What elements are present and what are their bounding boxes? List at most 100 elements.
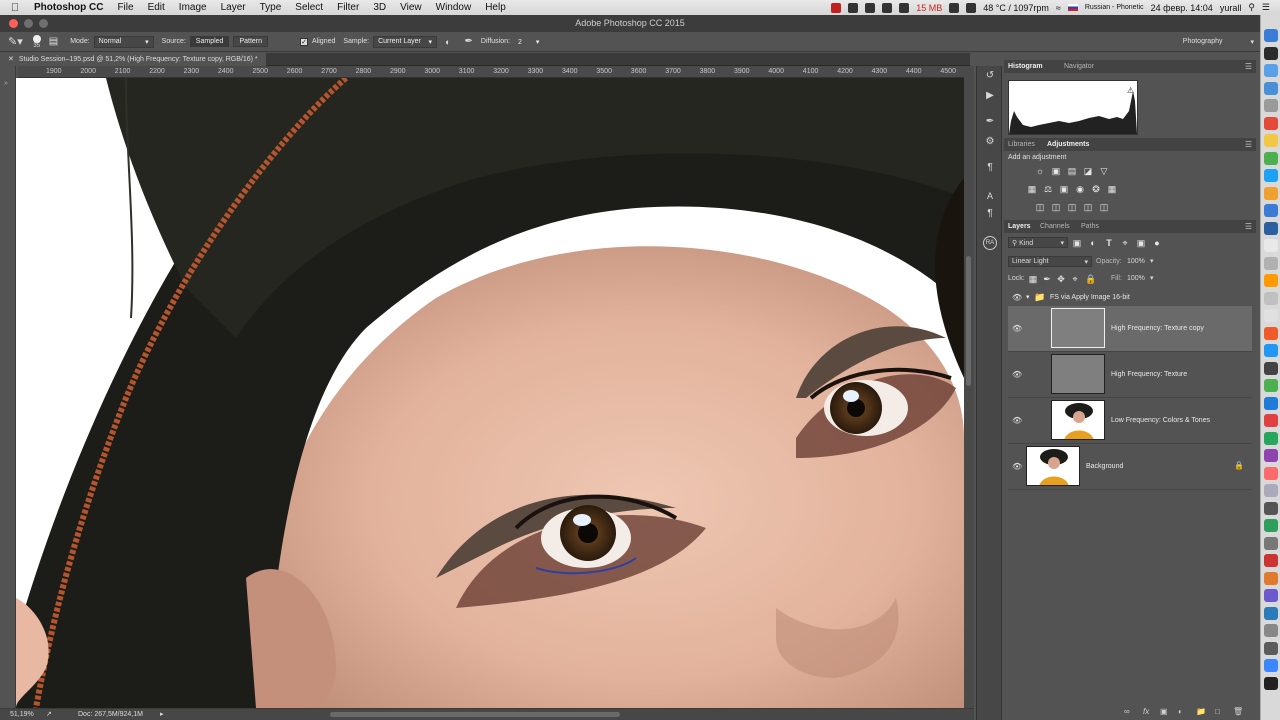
- horizontal-scroll-thumb[interactable]: [330, 712, 620, 717]
- curves-icon[interactable]: ▤: [1067, 166, 1077, 176]
- dock-app-icon[interactable]: [1264, 519, 1278, 532]
- dock-app-icon[interactable]: [1264, 239, 1278, 252]
- dock-app-icon[interactable]: [1264, 676, 1278, 690]
- layer-group-row[interactable]: 👁 ▾ 📁 FS via Apply Image 16-bit: [1008, 290, 1252, 306]
- dock-app-icon[interactable]: [1264, 606, 1278, 620]
- tab-channels[interactable]: Channels: [1040, 223, 1070, 230]
- source-pattern-button[interactable]: Pattern: [233, 36, 269, 47]
- dock-app-icon[interactable]: [1264, 81, 1278, 95]
- lock-image-icon[interactable]: ✒: [1042, 274, 1052, 284]
- dock-app-icon[interactable]: [1264, 589, 1278, 602]
- tab-paths[interactable]: Paths: [1081, 223, 1099, 230]
- tab-layers[interactable]: Layers: [1008, 223, 1031, 230]
- blend-mode-dropdown[interactable]: Linear Light ▾: [1008, 256, 1092, 267]
- close-document-icon[interactable]: ✕: [8, 56, 14, 63]
- apple-menu-icon[interactable]: : [0, 2, 30, 14]
- dock-app-icon[interactable]: [1264, 536, 1278, 550]
- actions-panel-icon[interactable]: ▶: [984, 90, 996, 102]
- visibility-eye-icon[interactable]: 👁: [1012, 416, 1022, 426]
- workspace-switcher[interactable]: Photography ▾: [1183, 38, 1254, 46]
- gradient-map-icon[interactable]: ◫: [1083, 202, 1093, 212]
- dock-app-icon[interactable]: [1264, 326, 1278, 340]
- menu-window[interactable]: Window: [429, 2, 479, 13]
- status-icon[interactable]: [899, 2, 910, 13]
- status-icon[interactable]: [882, 2, 893, 13]
- pressure-size-icon[interactable]: ✒: [465, 36, 473, 47]
- menu-select[interactable]: Select: [288, 2, 330, 13]
- channel-mixer-icon[interactable]: ❂: [1091, 184, 1101, 194]
- dock-app-icon[interactable]: [1264, 99, 1278, 112]
- selective-color-icon[interactable]: ◫: [1099, 202, 1109, 212]
- sample-dropdown[interactable]: Current Layer ▾: [373, 35, 438, 48]
- levels-icon[interactable]: ▣: [1051, 166, 1061, 176]
- layer-row[interactable]: 👁 High Frequency: Texture: [1008, 352, 1252, 398]
- mode-dropdown[interactable]: Normal ▾: [93, 35, 154, 48]
- search-icon[interactable]: ⚲: [1248, 2, 1255, 13]
- diffusion-dropdown[interactable]: 2 ▾: [514, 37, 543, 47]
- status-icon[interactable]: [966, 2, 977, 13]
- group-disclosure-icon[interactable]: ▾: [1026, 293, 1030, 301]
- dock-app-icon[interactable]: [1264, 659, 1278, 672]
- dock-app-icon[interactable]: [1264, 361, 1278, 375]
- dock-app-icon[interactable]: [1264, 641, 1278, 655]
- layer-filter-kind[interactable]: ⚲ Kind ▾: [1008, 237, 1068, 248]
- dock-app-icon[interactable]: [1264, 256, 1278, 270]
- menu-layer[interactable]: Layer: [214, 2, 253, 13]
- brush-panel-icon[interactable]: ✒: [984, 116, 996, 128]
- dock-app-icon[interactable]: [1264, 221, 1278, 235]
- dock-app-icon[interactable]: [1264, 116, 1278, 130]
- layer-row[interactable]: 👁 Background 🔒: [1008, 444, 1252, 490]
- add-layer-style-icon[interactable]: fx: [1143, 707, 1149, 716]
- color-balance-icon[interactable]: ⚖: [1043, 184, 1053, 194]
- dock-app-icon[interactable]: [1264, 291, 1278, 305]
- lock-transparent-icon[interactable]: ▦: [1028, 274, 1038, 284]
- dock-app-icon[interactable]: [1264, 134, 1278, 147]
- brush-preset-picker[interactable]: 35: [32, 34, 41, 49]
- dock-app-icon[interactable]: [1264, 274, 1278, 287]
- status-icon[interactable]: [949, 2, 960, 13]
- add-mask-icon[interactable]: ▣: [1160, 707, 1168, 716]
- filter-shape-icon[interactable]: ⌖: [1120, 238, 1130, 248]
- posterize-icon[interactable]: ◫: [1051, 202, 1061, 212]
- brightness-icon[interactable]: ☼: [1035, 166, 1045, 176]
- filter-type-icon[interactable]: T: [1104, 238, 1114, 248]
- menu-filter[interactable]: Filter: [330, 2, 366, 13]
- doc-info[interactable]: Doc: 267,5M/924,1M: [78, 711, 143, 718]
- visibility-eye-icon[interactable]: 👁: [1012, 324, 1022, 334]
- dock-app-icon[interactable]: [1264, 431, 1278, 445]
- properties-panel-icon[interactable]: ⚙: [984, 136, 996, 148]
- paragraph-styles-icon[interactable]: ¶: [984, 208, 996, 220]
- menu-file[interactable]: File: [110, 2, 140, 13]
- panel-menu-icon[interactable]: ☰: [1245, 62, 1252, 71]
- panel-menu-icon[interactable]: ☰: [1245, 140, 1252, 149]
- visibility-eye-icon[interactable]: 👁: [1012, 370, 1022, 380]
- dock-app-icon[interactable]: [1264, 501, 1278, 515]
- dock-app-icon[interactable]: [1264, 64, 1278, 77]
- notifications-icon[interactable]: ☰: [1262, 2, 1270, 13]
- dock-app-icon[interactable]: [1264, 571, 1278, 585]
- wifi-icon[interactable]: ≈: [1056, 3, 1061, 13]
- history-panel-icon[interactable]: ↺: [984, 70, 996, 82]
- filter-toggle-icon[interactable]: ●: [1152, 238, 1162, 248]
- tab-navigator[interactable]: Navigator: [1064, 63, 1094, 70]
- dock-app-icon[interactable]: [1264, 29, 1278, 42]
- temp-readout[interactable]: 48 °C / 1097rpm: [983, 3, 1049, 13]
- menu-edit[interactable]: Edit: [141, 2, 172, 13]
- dock-app-icon[interactable]: [1264, 204, 1278, 217]
- vibrance-icon[interactable]: ▽: [1099, 166, 1109, 176]
- new-adjustment-icon[interactable]: ◐: [1178, 707, 1183, 716]
- menu-type[interactable]: Type: [253, 2, 289, 13]
- vertical-scrollbar[interactable]: [964, 66, 974, 708]
- document-canvas[interactable]: [16, 78, 964, 708]
- dock-app-icon[interactable]: [1264, 379, 1278, 392]
- visibility-eye-icon[interactable]: 👁: [1012, 293, 1022, 303]
- vertical-scroll-thumb[interactable]: [966, 256, 971, 386]
- dock-app-icon[interactable]: [1264, 414, 1278, 427]
- black-white-icon[interactable]: ▣: [1059, 184, 1069, 194]
- dock-app-icon[interactable]: [1264, 344, 1278, 357]
- dock-app-icon[interactable]: [1264, 151, 1278, 165]
- zoom-level[interactable]: 51,19%: [10, 711, 34, 718]
- dock-app-icon[interactable]: [1264, 554, 1278, 567]
- dock-app-icon[interactable]: [1264, 46, 1278, 60]
- status-icon[interactable]: [865, 2, 876, 13]
